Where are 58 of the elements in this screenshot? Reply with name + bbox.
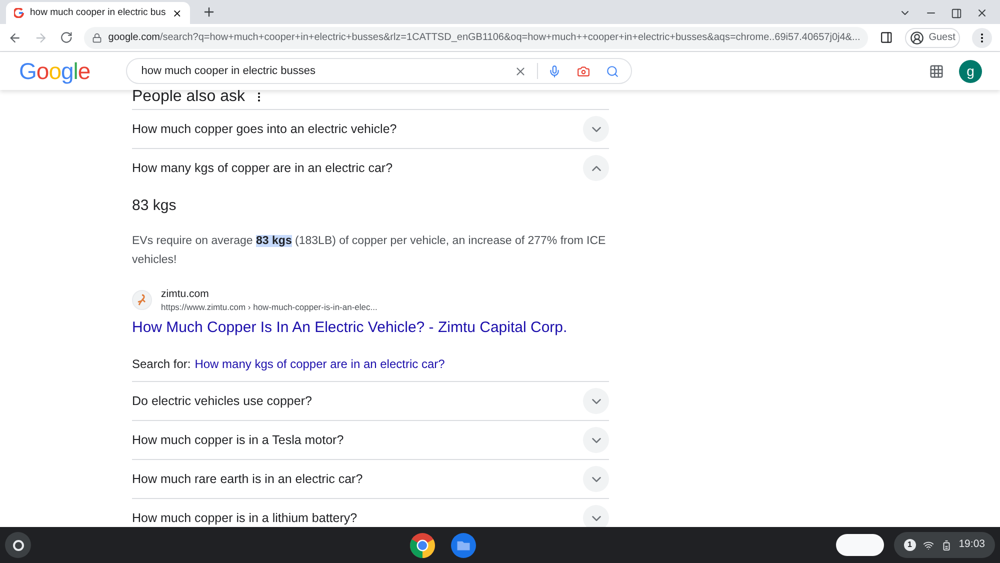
image-search-icon[interactable] bbox=[577, 64, 590, 78]
question-text: How many kgs of copper are in an electric car? bbox=[132, 161, 393, 175]
answer-snippet: EVs require on average 83 kgs (183LB) of copper per vehicle, an increase of 277% from ICE vehicles! bbox=[132, 234, 607, 268]
answer-heading: 83 kgs bbox=[132, 196, 178, 216]
status-tray[interactable]: 1 19:03 bbox=[894, 532, 995, 558]
question-text: How much copper is in a lithium battery? bbox=[132, 511, 358, 525]
url-text: google.com/search?q=how+much+cooper+in+electric+busses&rlz=1CATTSD_enGB1106&oq=how+much++cooper+in+electric+busses&aqs=chrome..69i57.40657j0j4&... bbox=[108, 31, 860, 45]
new-tab-icon[interactable] bbox=[202, 5, 216, 19]
lock-icon bbox=[92, 32, 102, 42]
clock: 19:03 bbox=[958, 537, 985, 552]
expand-icon[interactable] bbox=[583, 505, 609, 527]
source-url: https://www.zimtu.com › how-much-copper-is-in-an-elec... bbox=[161, 300, 378, 312]
browser-app-icon[interactable] bbox=[410, 532, 436, 558]
notification-badge: 1 bbox=[904, 539, 916, 551]
search-field[interactable]: how much cooper in electric busses bbox=[126, 58, 632, 84]
question-text: How much rare earth is in an electric car? bbox=[132, 472, 363, 486]
expand-icon[interactable] bbox=[583, 466, 609, 492]
back-icon[interactable] bbox=[8, 30, 22, 44]
wifi-icon bbox=[922, 540, 934, 550]
launcher-icon[interactable] bbox=[5, 532, 31, 558]
expand-icon[interactable] bbox=[583, 116, 609, 142]
google-favicon-icon bbox=[14, 8, 24, 18]
tab-title: how much cooper in electric bus bbox=[30, 6, 166, 20]
apps-grid-icon[interactable] bbox=[929, 64, 944, 78]
battery-icon bbox=[940, 540, 952, 550]
search-for-link[interactable]: How many kgs of copper are in an electric car? bbox=[194, 355, 445, 373]
question-text: How much copper is in a Tesla motor? bbox=[132, 433, 344, 447]
question-row[interactable]: How much rare earth is in an electric car? bbox=[132, 460, 609, 498]
profile-button[interactable]: Guest bbox=[904, 28, 960, 48]
menu-icon[interactable] bbox=[972, 28, 992, 48]
person-icon bbox=[910, 30, 924, 44]
question-text: Do electric vehicles use copper? bbox=[132, 394, 312, 408]
browser-tab[interactable]: how much cooper in electric bus bbox=[6, 2, 190, 24]
account-avatar[interactable]: g bbox=[959, 60, 982, 82]
address-bar[interactable]: google.com/search?q=how+much+cooper+in+electric+busses&rlz=1CATTSD_enGB1106&oq=how+much++cooper+in+electric+busses&aqs=chrome..69i57.40657j0j4&... bbox=[84, 26, 868, 48]
source-site: zimtu.com bbox=[161, 288, 210, 300]
clear-icon[interactable] bbox=[514, 64, 528, 78]
reload-icon[interactable] bbox=[60, 31, 72, 44]
restore-icon[interactable] bbox=[951, 8, 962, 18]
question-text: How much copper goes into an electric vehicle? bbox=[132, 122, 397, 136]
question-row[interactable]: How much copper goes into an electric vehicle? bbox=[132, 110, 609, 148]
close-icon[interactable] bbox=[172, 8, 182, 18]
side-panel-icon[interactable] bbox=[880, 31, 893, 44]
search-for-label: Search for: bbox=[132, 356, 191, 373]
question-row[interactable]: How many kgs of copper are in an electric car? bbox=[132, 149, 609, 187]
voice-search-icon[interactable] bbox=[548, 64, 562, 78]
google-logo[interactable]: Google bbox=[19, 54, 90, 88]
question-row[interactable]: How much copper is in a Tesla motor? bbox=[132, 421, 609, 459]
expand-icon[interactable] bbox=[583, 388, 609, 414]
files-app-icon[interactable] bbox=[451, 532, 476, 558]
runner-icon bbox=[137, 294, 147, 306]
question-row[interactable]: Do electric vehicles use copper? bbox=[132, 382, 609, 420]
expand-icon[interactable] bbox=[583, 427, 609, 453]
collapse-icon[interactable] bbox=[583, 155, 609, 181]
search-icon[interactable] bbox=[606, 64, 620, 78]
close-icon[interactable] bbox=[976, 7, 988, 19]
window-thumbnail-icon[interactable] bbox=[836, 534, 884, 556]
result-link[interactable]: How Much Copper Is In An Electric Vehicle? - Zimtu Capital Corp. bbox=[132, 316, 609, 339]
